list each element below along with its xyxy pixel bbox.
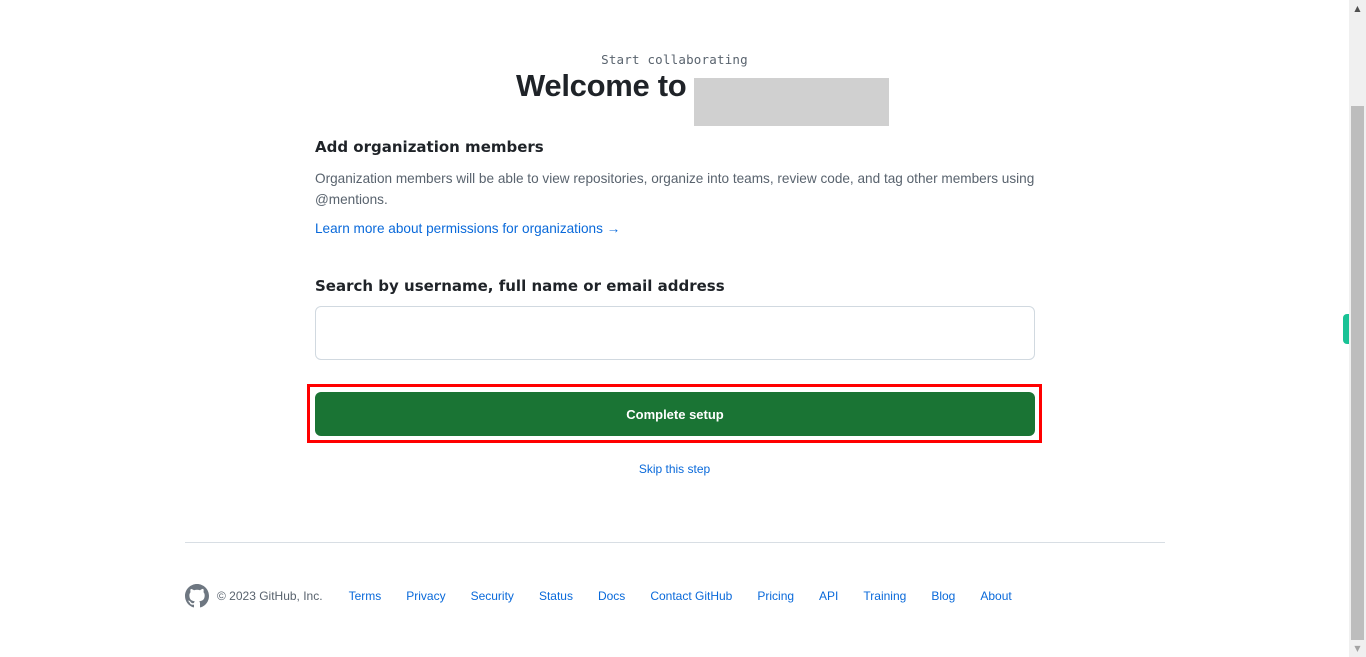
footer-links: Terms Privacy Security Status Docs Conta… [349, 589, 1037, 603]
learn-more-permissions-link[interactable]: Learn more about permissions for organiz… [315, 221, 620, 236]
footer: © 2023 GitHub, Inc. Terms Privacy Securi… [185, 584, 1037, 608]
section-heading: Add organization members [315, 138, 544, 156]
footer-link-docs[interactable]: Docs [598, 589, 625, 603]
footer-link-blog[interactable]: Blog [931, 589, 955, 603]
member-search-input[interactable] [315, 306, 1035, 360]
footer-link-training[interactable]: Training [863, 589, 906, 603]
footer-link-api[interactable]: API [819, 589, 838, 603]
complete-setup-button[interactable]: Complete setup [315, 392, 1035, 436]
page-title: Welcome to [516, 68, 687, 103]
footer-link-status[interactable]: Status [539, 589, 573, 603]
vertical-scrollbar[interactable]: ▲ ▼ [1349, 0, 1366, 657]
footer-link-privacy[interactable]: Privacy [406, 589, 445, 603]
footer-link-security[interactable]: Security [471, 589, 514, 603]
eyebrow-text: Start collaborating [601, 52, 748, 67]
footer-divider [185, 542, 1165, 543]
setup-page: Start collaborating Welcome to Add organ… [0, 0, 1349, 657]
github-mark-icon[interactable] [185, 584, 209, 608]
footer-link-contact[interactable]: Contact GitHub [650, 589, 732, 603]
skip-step-link[interactable]: Skip this step [0, 462, 1349, 476]
scroll-down-arrow-icon[interactable]: ▼ [1349, 640, 1366, 657]
footer-link-about[interactable]: About [980, 589, 1011, 603]
section-description: Organization members will be able to vie… [315, 171, 1035, 207]
redacted-org-name [694, 78, 889, 126]
scroll-thumb[interactable] [1351, 106, 1364, 640]
footer-link-terms[interactable]: Terms [349, 589, 382, 603]
scroll-up-arrow-icon[interactable]: ▲ [1349, 0, 1366, 17]
search-label: Search by username, full name or email a… [315, 277, 725, 295]
footer-link-pricing[interactable]: Pricing [757, 589, 794, 603]
copyright-text: © 2023 GitHub, Inc. [217, 589, 323, 603]
